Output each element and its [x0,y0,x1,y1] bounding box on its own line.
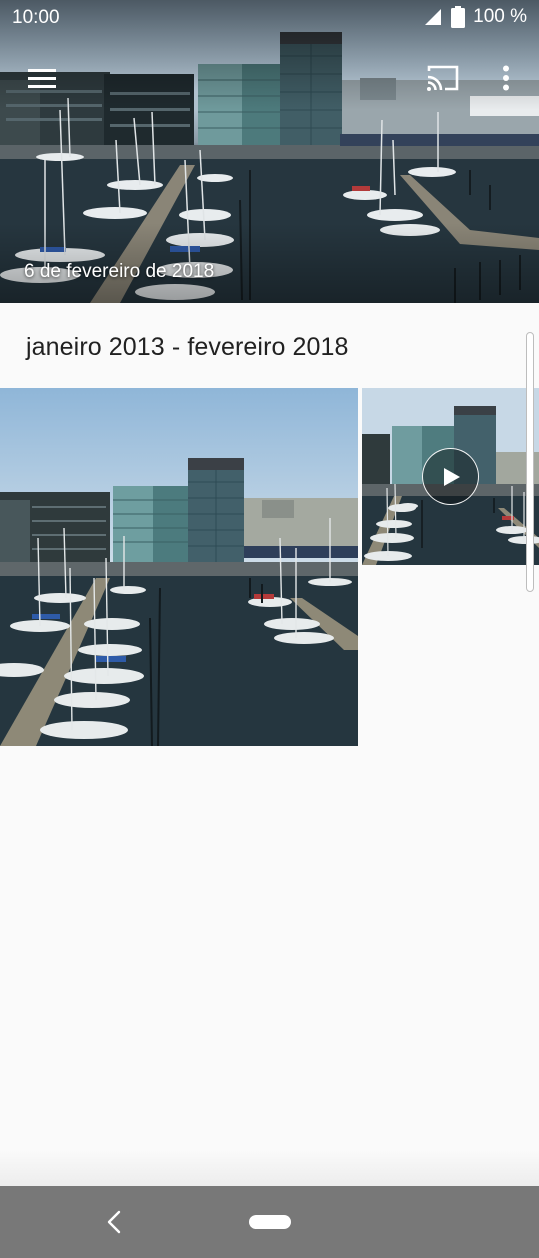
menu-button[interactable] [22,58,62,98]
play-icon [443,467,460,486]
photo-thumbnail[interactable] [0,388,358,746]
harbor-photo [0,388,358,746]
signal-icon [425,9,442,25]
video-thumbnail[interactable] [362,388,539,565]
battery-icon [451,6,466,28]
hamburger-menu-icon [28,69,56,88]
more-vert-icon [503,65,509,91]
back-chevron-icon [107,1210,121,1234]
status-indicators: 100 % [423,6,527,28]
cast-button[interactable] [420,58,466,98]
screen: 6 de fevereiro de 2018 10:00 100 % janei… [0,0,539,1258]
header-cover-photo[interactable]: 6 de fevereiro de 2018 [0,0,539,303]
play-button[interactable] [422,448,479,505]
more-options-button[interactable] [490,58,522,98]
battery-percentage: 100 % [473,6,527,27]
status-bar: 10:00 100 % [0,0,539,36]
cover-date-label: 6 de fevereiro de 2018 [24,261,215,282]
date-range-title: janeiro 2013 - fevereiro 2018 [26,333,349,361]
system-navigation-bar [0,1186,539,1258]
cast-icon [427,65,459,91]
nav-bar-fade [0,1150,539,1188]
home-pill-icon[interactable] [249,1215,291,1229]
scrollbar[interactable] [526,332,534,592]
back-button[interactable] [96,1202,132,1242]
status-time: 10:00 [12,7,60,28]
